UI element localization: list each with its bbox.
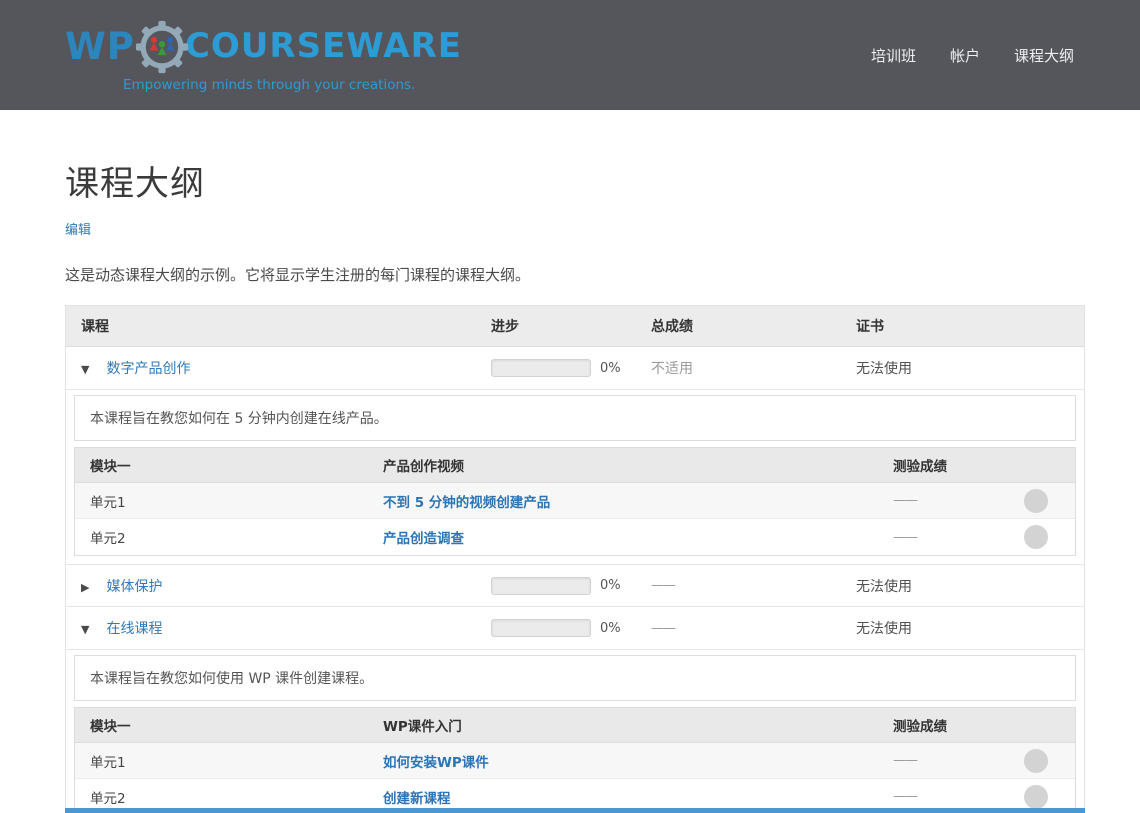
course-detail-panel: 本课程旨在教您如何在 5 分钟内创建在线产品。 模块一 产品创作视频 测验成绩 … [74,395,1076,556]
module-title: 模块一 [75,715,368,735]
certificate-value: 无法使用 [841,618,1084,638]
logo-tagline: Empowering minds through your creations. [65,77,462,93]
module-table: 模块一 产品创作视频 测验成绩 单元1 不到 5 分钟的视频创建产品 —— 单元… [74,447,1076,556]
certificate-value: 无法使用 [841,576,1084,596]
unit-row: 单元2 产品创造调查 —— [75,519,1075,555]
module-header-row: 模块一 产品创作视频 测验成绩 [75,448,1075,483]
unit-link[interactable]: 创建新课程 [383,791,451,807]
progress-bar [491,359,591,377]
edit-link[interactable]: 编辑 [65,219,91,238]
collapse-triangle-icon[interactable]: ▼ [81,623,95,636]
module-title: 模块一 [75,455,368,475]
module-subtitle: WP课件入门 [368,715,878,735]
course-description: 本课程旨在教您如何在 5 分钟内创建在线产品。 [74,395,1076,441]
quiz-status-circle [1024,525,1048,549]
top-nav: 培训班 帐户 课程大纲 [871,45,1074,66]
quiz-score: —— [878,789,997,804]
nav-link-training[interactable]: 培训班 [871,45,916,66]
certificate-value: 无法使用 [841,358,1084,378]
course-description: 本课程旨在教您如何使用 WP 课件创建课程。 [74,655,1076,701]
progress-percent: 0% [600,621,621,636]
course-link[interactable]: 在线课程 [106,621,162,637]
header-course: 课程 [66,316,476,336]
collapse-triangle-icon[interactable]: ▼ [81,363,95,376]
header-certificate: 证书 [841,316,1084,336]
module-header-row: 模块一 WP课件入门 测验成绩 [75,708,1075,743]
cutoff-blue-bar [65,808,1085,813]
unit-label: 单元1 [75,491,368,511]
course-row: ▼ 在线课程 0% —— 无法使用 [66,607,1084,650]
quiz-status-circle [1024,489,1048,513]
unit-link[interactable]: 产品创造调查 [383,531,464,547]
page-content: 课程大纲 编辑 这是动态课程大纲的示例。它将显示学生注册的每门课程的课程大纲。 … [0,156,1140,813]
course-row: ▼ 数字产品创作 0% 不适用 无法使用 [66,347,1084,390]
module-quiz-header: 测验成绩 [878,455,997,475]
logo-courseware-text: COURSEWARE [185,29,462,63]
course-link[interactable]: 媒体保护 [106,579,162,595]
progress-percent: 0% [600,578,621,593]
quiz-status-circle [1024,749,1048,773]
module-subtitle: 产品创作视频 [368,455,878,475]
gear-with-people-icon [133,20,191,77]
grade-value: —— [636,621,841,636]
course-link[interactable]: 数字产品创作 [106,361,190,377]
nav-link-course-outline[interactable]: 课程大纲 [1014,45,1074,66]
module-quiz-header: 测验成绩 [878,715,997,735]
nav-link-account[interactable]: 帐户 [950,45,980,66]
quiz-status-circle [1024,785,1048,809]
logo[interactable]: WP [65,18,462,93]
header-progress: 进步 [476,316,636,336]
progress-bar [491,619,591,637]
page-title: 课程大纲 [65,156,1085,205]
grade-value: 不适用 [636,358,841,378]
expand-triangle-icon[interactable]: ▶ [81,581,95,594]
quiz-score: —— [878,530,997,545]
course-outline-table: 课程 进步 总成绩 证书 ▼ 数字产品创作 0% 不适用 无法使用 本课程旨在教… [65,305,1085,813]
table-header-row: 课程 进步 总成绩 证书 [66,306,1084,347]
course-detail-panel: 本课程旨在教您如何使用 WP 课件创建课程。 模块一 WP课件入门 测验成绩 单… [74,655,1076,813]
module-table: 模块一 WP课件入门 测验成绩 单元1 如何安装WP课件 —— 单元2 创建新课… [74,707,1076,813]
quiz-score: —— [878,753,997,768]
page-description: 这是动态课程大纲的示例。它将显示学生注册的每门课程的课程大纲。 [65,264,1085,285]
unit-label: 单元2 [75,527,368,547]
progress-percent: 0% [600,361,621,376]
logo-wp-text: WP [65,28,135,65]
unit-link[interactable]: 不到 5 分钟的视频创建产品 [383,495,550,511]
unit-label: 单元2 [75,787,368,807]
header-grade: 总成绩 [636,316,841,336]
site-header: WP [0,0,1140,110]
unit-link[interactable]: 如何安装WP课件 [383,755,489,771]
quiz-score: —— [878,493,997,508]
unit-row: 单元1 如何安装WP课件 —— [75,743,1075,779]
course-row: ▶ 媒体保护 0% —— 无法使用 [66,564,1084,607]
grade-value: —— [636,578,841,593]
progress-bar [491,577,591,595]
unit-row: 单元1 不到 5 分钟的视频创建产品 —— [75,483,1075,519]
unit-label: 单元1 [75,751,368,771]
